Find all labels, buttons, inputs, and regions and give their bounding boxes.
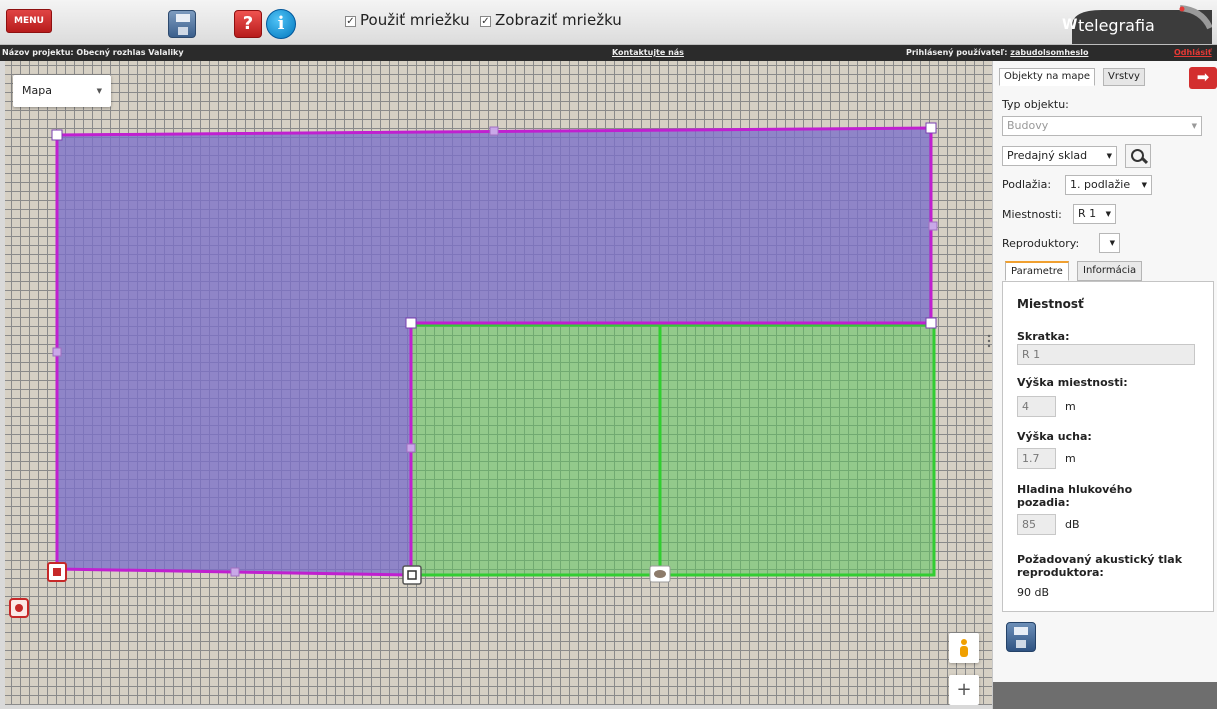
project-name: Názov projektu: Obecný rozhlas Valaliky xyxy=(2,48,184,57)
abbr-field[interactable]: R 1 xyxy=(1017,344,1195,365)
speakers-select[interactable]: ▼ xyxy=(1099,233,1120,253)
noise-level-label: Hladina hlukového xyxy=(1017,483,1133,496)
spl-label-line2: reproduktora: xyxy=(1017,566,1104,579)
ear-height-label: Výška ucha: xyxy=(1017,430,1092,443)
vertex-handle[interactable] xyxy=(925,317,937,329)
map-type-select[interactable]: Mapa ▼ xyxy=(13,75,111,107)
use-grid-checkbox[interactable]: ✓ Použiť mriežku xyxy=(345,11,470,29)
pegman-icon[interactable] xyxy=(949,633,979,663)
floors-select[interactable]: 1. podlažie ▼ xyxy=(1065,175,1152,195)
save-icon[interactable] xyxy=(168,10,196,38)
info-icon[interactable]: i xyxy=(266,9,296,39)
logged-user-prefix: Prihlásený používateľ: xyxy=(906,48,1011,57)
vertex-handle[interactable] xyxy=(925,122,937,134)
use-grid-label: Použiť mriežku xyxy=(360,11,470,29)
show-grid-check-icon[interactable]: ✓ xyxy=(480,16,491,27)
object-type-value: Budovy xyxy=(1007,119,1049,132)
vertex-edit-icon[interactable] xyxy=(402,565,422,585)
zoom-in-button[interactable]: + xyxy=(949,675,979,705)
room-height-field[interactable]: 4 xyxy=(1017,396,1056,417)
chevron-down-icon: ▼ xyxy=(1141,181,1147,189)
logged-user: Prihlásený používateľ: zabudolsomheslo xyxy=(906,45,1088,61)
midpoint-handle[interactable] xyxy=(406,443,416,453)
building-drawing[interactable] xyxy=(5,61,992,705)
rooms-value: R 1 xyxy=(1078,207,1097,220)
spl-label: Požadovaný akustický tlak xyxy=(1017,553,1183,566)
rooms-select[interactable]: R 1 ▼ xyxy=(1073,204,1116,224)
noise-level-field[interactable]: 85 xyxy=(1017,514,1056,535)
save-parameters-icon[interactable] xyxy=(1006,622,1036,652)
vertex-handle[interactable] xyxy=(51,129,63,141)
speaker-marker-icon[interactable] xyxy=(649,565,671,583)
help-icon[interactable]: ? xyxy=(234,10,262,38)
floors-label: Podlažia: xyxy=(1002,178,1052,191)
object-type-select[interactable]: Budovy ▼ xyxy=(1002,116,1202,136)
logout-link[interactable]: Odhlásiť xyxy=(1174,45,1212,61)
show-grid-label: Zobraziť mriežku xyxy=(495,11,622,29)
panel-footer xyxy=(993,682,1217,709)
use-grid-check-icon[interactable]: ✓ xyxy=(345,16,356,27)
tab-objects-on-map[interactable]: Objekty na mape xyxy=(999,68,1095,86)
info-bar: Názov projektu: Obecný rozhlas Valaliky … xyxy=(0,45,1217,61)
form-title: Miestnosť xyxy=(1017,297,1084,311)
map-location-marker-icon[interactable] xyxy=(9,598,29,618)
show-grid-checkbox[interactable]: ✓ Zobraziť mriežku xyxy=(480,11,622,29)
telegrafia-logo: W telegrafia xyxy=(1062,4,1212,44)
side-panel: Objekty na mape Vrstvy ➡ Typ objektu: Bu… xyxy=(992,61,1217,709)
spl-value: 90 dB xyxy=(1017,586,1050,599)
building-select[interactable]: Predajný sklad ▼ xyxy=(1002,146,1117,166)
parameters-form: Miestnosť Skratka: R 1 Výška miestnosti:… xyxy=(1002,281,1214,612)
chevron-down-icon: ▼ xyxy=(1191,122,1197,130)
ear-height-field[interactable]: 1.7 xyxy=(1017,448,1056,469)
noise-level-unit: dB xyxy=(1065,518,1080,531)
logged-user-name[interactable]: zabudolsomheslo xyxy=(1010,48,1088,57)
noise-level-label-line2: pozadia: xyxy=(1017,496,1070,509)
map-canvas[interactable]: Mapa ▼ + xyxy=(5,61,992,705)
room-height-label: Výška miestnosti: xyxy=(1017,376,1128,389)
abbr-label: Skratka: xyxy=(1017,330,1070,343)
delete-vertex-icon[interactable] xyxy=(47,562,67,582)
vertex-handle[interactable] xyxy=(405,317,417,329)
app-window: MENU ? i ✓ Použiť mriežku ✓ Zobraziť mriež… xyxy=(0,0,1217,709)
object-type-label: Typ objektu: xyxy=(1002,98,1069,111)
logo-text: telegrafia xyxy=(1078,16,1155,35)
midpoint-handle[interactable] xyxy=(928,221,938,231)
chevron-down-icon: ▼ xyxy=(96,87,102,95)
midpoint-handle[interactable] xyxy=(52,347,62,357)
search-icon[interactable] xyxy=(1125,144,1151,168)
logo-mark-icon: W xyxy=(1062,17,1078,33)
map-type-value: Mapa xyxy=(22,84,52,97)
room-green[interactable] xyxy=(411,325,934,575)
speakers-label: Reproduktory: xyxy=(1002,237,1080,250)
contact-link[interactable]: Kontaktujte nás xyxy=(612,45,684,61)
tab-information[interactable]: Informácia xyxy=(1077,261,1143,281)
menu-button[interactable]: MENU xyxy=(6,9,52,33)
arrow-right-icon[interactable]: ➡ xyxy=(1189,67,1217,89)
chevron-down-icon: ▼ xyxy=(1106,152,1112,160)
tab-layers[interactable]: Vrstvy xyxy=(1103,68,1145,86)
ear-height-unit: m xyxy=(1065,452,1076,465)
building-value: Predajný sklad xyxy=(1007,149,1088,162)
floors-value: 1. podlažie xyxy=(1070,178,1131,191)
chevron-down-icon: ▼ xyxy=(1109,239,1115,247)
midpoint-handle[interactable] xyxy=(489,126,499,136)
midpoint-handle[interactable] xyxy=(230,567,240,577)
room-height-unit: m xyxy=(1065,400,1076,413)
chevron-down-icon: ▼ xyxy=(1105,210,1111,218)
tab-parameters[interactable]: Parametre xyxy=(1005,261,1069,281)
panel-resize-grip[interactable] xyxy=(987,334,991,348)
top-toolbar: MENU ? i ✓ Použiť mriežku ✓ Zobraziť mriež… xyxy=(0,0,1217,45)
rooms-label: Miestnosti: xyxy=(1002,208,1062,221)
